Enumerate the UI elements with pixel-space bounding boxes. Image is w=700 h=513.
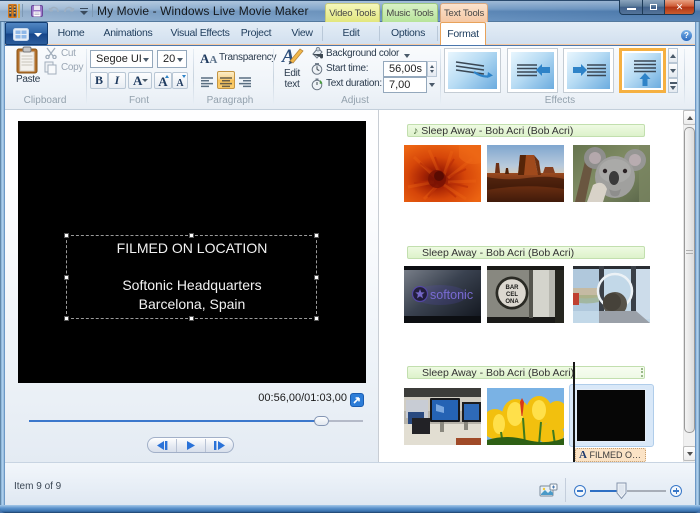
svg-text:ONA: ONA bbox=[505, 299, 519, 305]
svg-text:softonic: softonic bbox=[430, 288, 473, 302]
svg-text:BAR: BAR bbox=[506, 285, 520, 291]
svg-text:CEL: CEL bbox=[506, 292, 518, 298]
